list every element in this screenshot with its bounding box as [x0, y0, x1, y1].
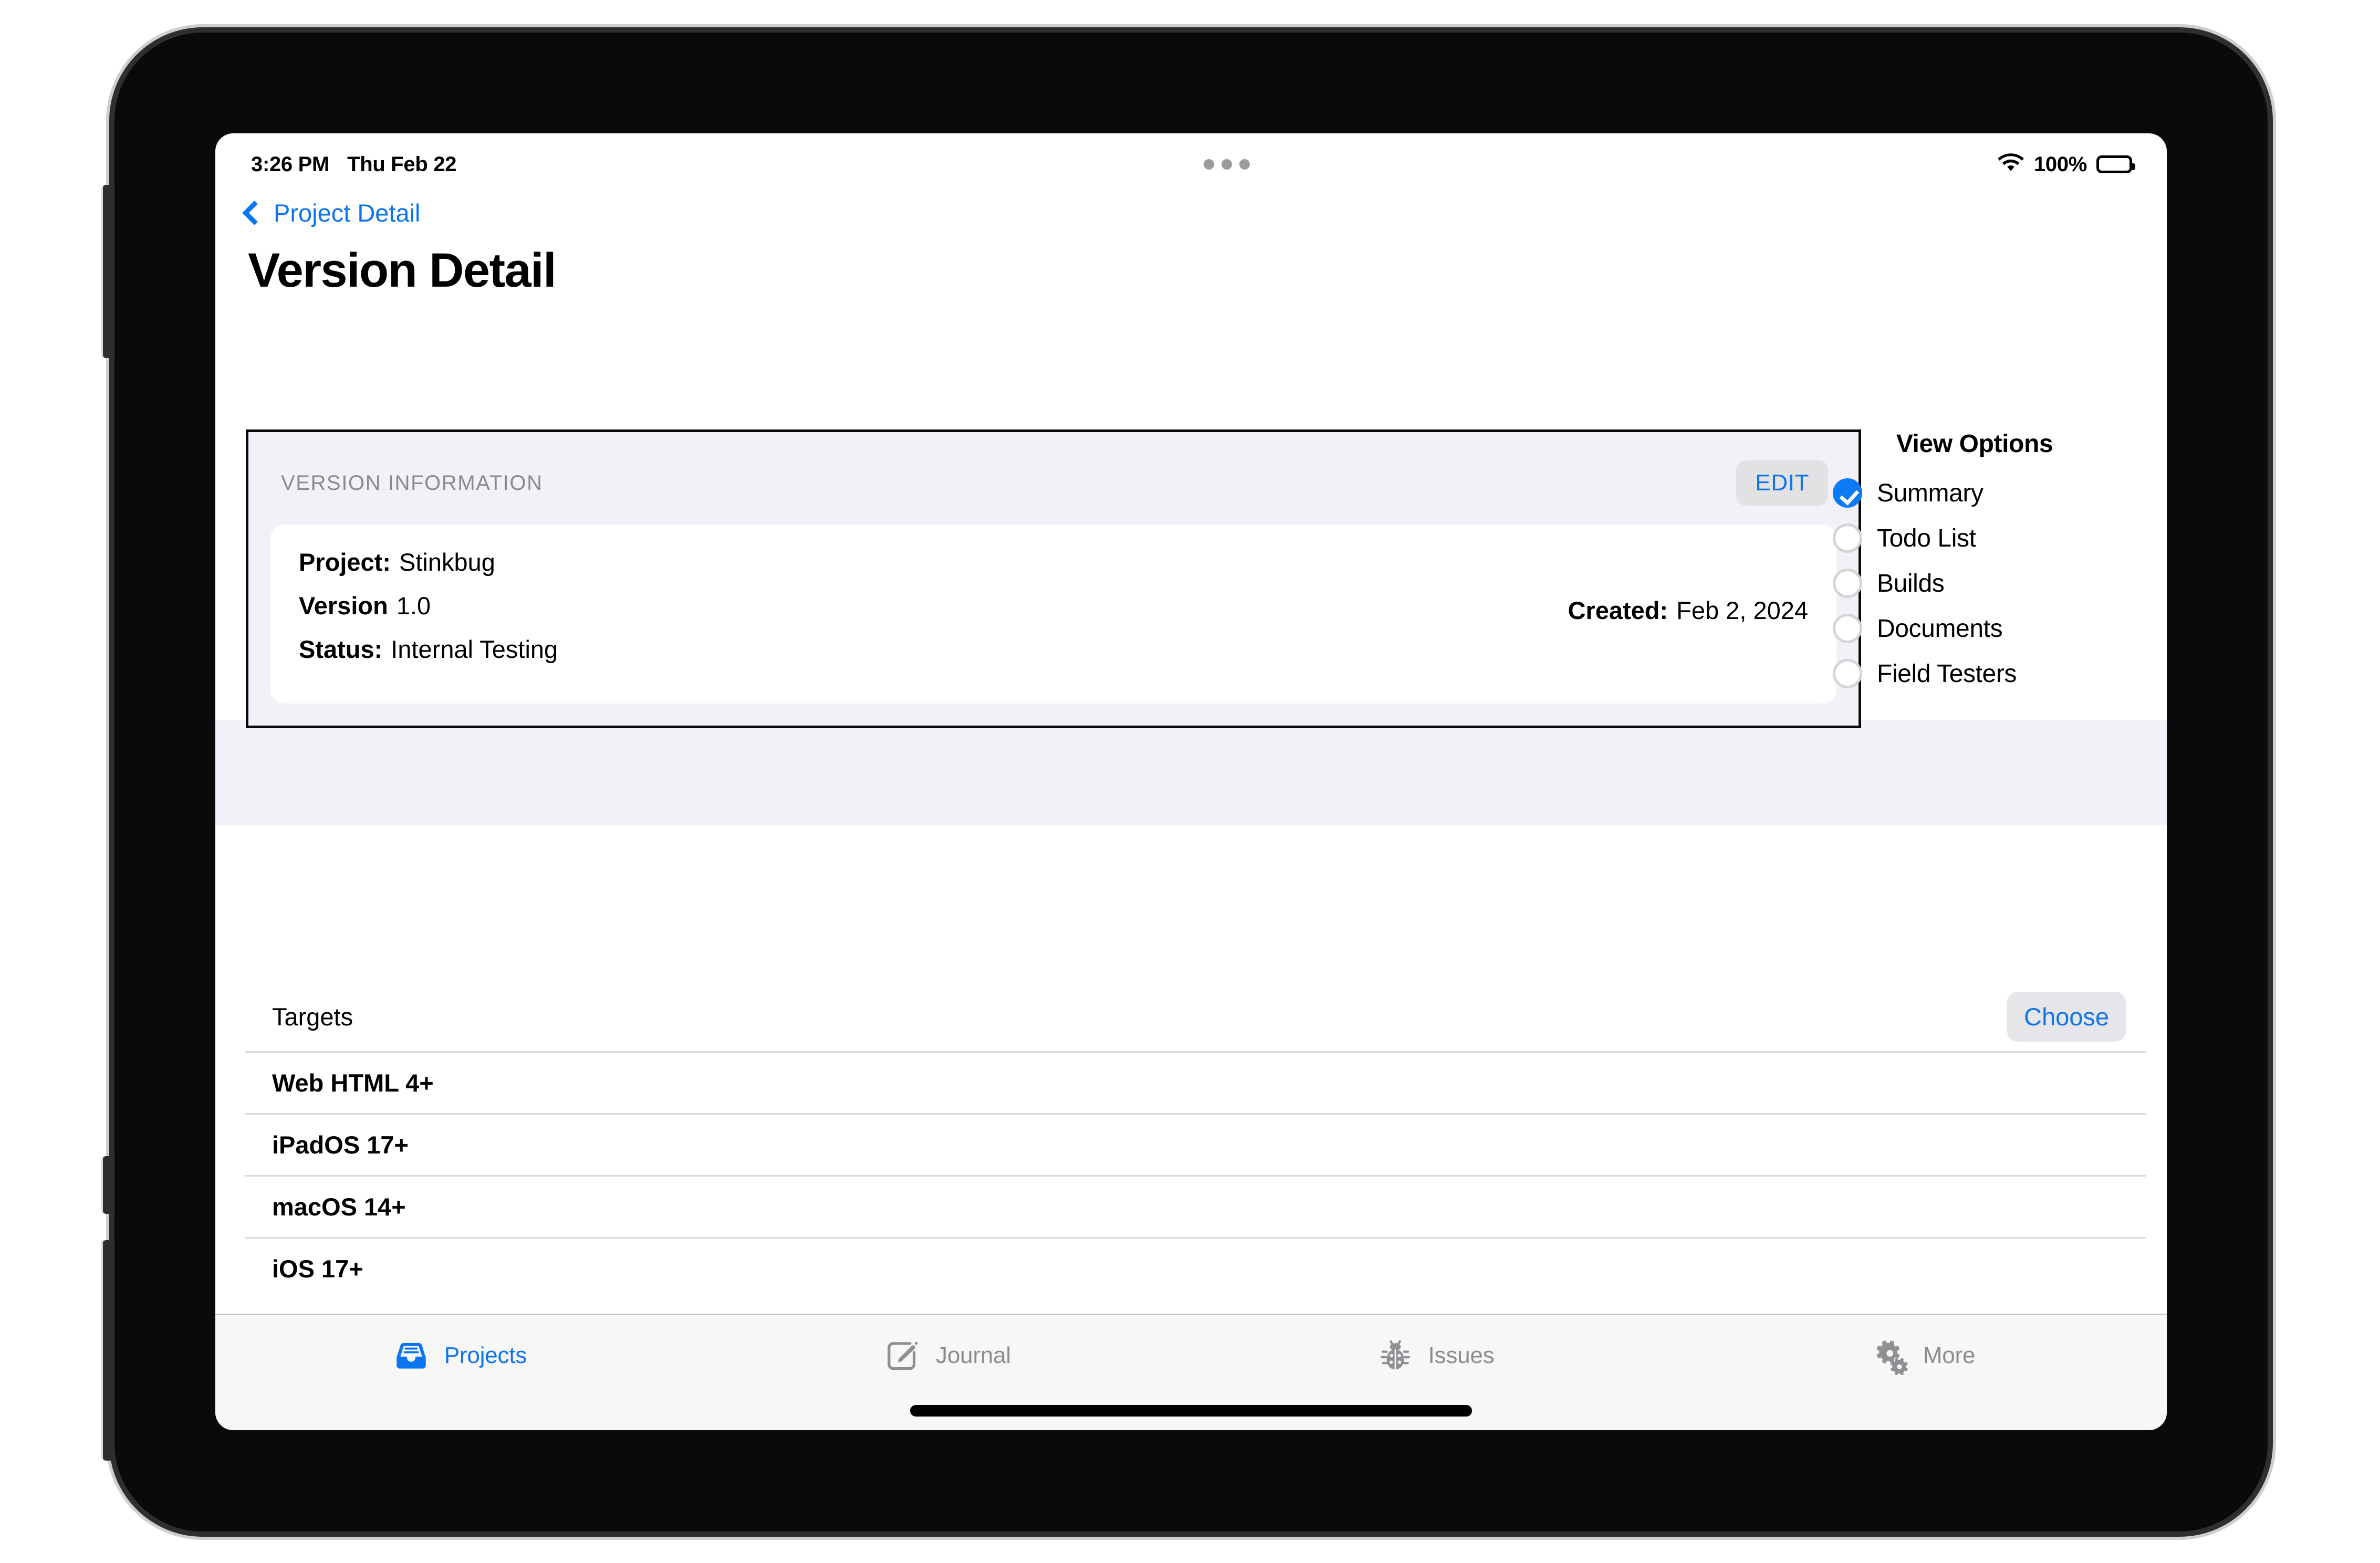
ipad-device-frame: 3:26 PM Thu Feb 22 100% Project Detail V… — [103, 33, 2268, 1531]
tab-label: More — [1923, 1342, 1976, 1368]
volume-down-button[interactable] — [103, 1240, 114, 1461]
ipad-screen: 3:26 PM Thu Feb 22 100% Project Detail V… — [215, 133, 2167, 1430]
table-row[interactable]: iPadOS 17+ — [245, 1113, 2146, 1175]
project-row: Project: Stinkbug — [299, 548, 1808, 576]
targets-header: Targets Choose — [245, 982, 2146, 1051]
status-bar: 3:26 PM Thu Feb 22 100% — [215, 133, 2167, 195]
tab-bar: Projects Journal Issues More — [215, 1314, 2167, 1430]
tab-label: Projects — [444, 1342, 527, 1368]
three-dots-icon-dot — [1204, 159, 1215, 170]
multitasking-handle[interactable] — [456, 159, 1997, 170]
tab-label: Issues — [1428, 1342, 1495, 1368]
power-button[interactable] — [103, 185, 114, 358]
radio-unchecked-icon — [1833, 659, 1862, 688]
three-dots-icon-dot — [1222, 159, 1233, 170]
edit-button[interactable]: EDIT — [1736, 460, 1828, 506]
version-information-label: VERSION INFORMATION — [281, 471, 543, 495]
project-value: Stinkbug — [399, 548, 495, 576]
view-option-label: Todo List — [1877, 524, 1976, 552]
version-card-header: VERSION INFORMATION EDIT — [248, 432, 1859, 525]
tab-label: Journal — [936, 1342, 1011, 1368]
tab-more[interactable]: More — [1679, 1336, 2167, 1375]
view-option-documents[interactable]: Documents — [1833, 614, 2116, 643]
view-option-todo-list[interactable]: Todo List — [1833, 523, 2116, 553]
radio-unchecked-icon — [1833, 614, 1862, 643]
version-information-card: VERSION INFORMATION EDIT Project: Stinkb… — [246, 429, 1861, 728]
targets-section: Targets Choose Web HTML 4+ iPadOS 17+ ma… — [245, 982, 2146, 1299]
view-option-label: Field Testers — [1877, 659, 2017, 688]
view-options-title: View Options — [1896, 430, 2053, 458]
status-value: Internal Testing — [391, 635, 558, 663]
version-card-body: Project: Stinkbug Version 1.0 Status: In… — [270, 525, 1836, 704]
gears-icon — [1871, 1336, 1909, 1375]
targets-title: Targets — [272, 1002, 353, 1031]
tab-issues[interactable]: Issues — [1191, 1336, 1679, 1375]
created-row: Created: Feb 2, 2024 — [1568, 596, 1808, 625]
created-label: Created: — [1568, 596, 1668, 624]
status-time: 3:26 PM — [251, 152, 330, 176]
chevron-left-icon — [242, 201, 267, 225]
view-option-label: Builds — [1877, 569, 1945, 597]
tray-icon — [392, 1336, 431, 1375]
main-content: Project Detail Version Detail VERSION IN… — [215, 195, 2167, 1314]
radio-unchecked-icon — [1833, 523, 1862, 553]
radio-checked-icon — [1833, 478, 1862, 508]
view-option-label: Summary — [1877, 479, 1984, 507]
view-option-field-testers[interactable]: Field Testers — [1833, 659, 2116, 688]
version-label: Version — [299, 592, 388, 620]
table-row[interactable]: macOS 14+ — [245, 1175, 2146, 1237]
radio-unchecked-icon — [1833, 569, 1862, 598]
view-option-label: Documents — [1877, 614, 2003, 643]
ladybug-icon — [1376, 1336, 1415, 1375]
status-bar-left: 3:26 PM Thu Feb 22 — [251, 152, 457, 176]
wifi-icon — [1997, 153, 2024, 176]
tab-journal[interactable]: Journal — [703, 1336, 1191, 1375]
version-value: 1.0 — [396, 592, 431, 620]
page-title: Version Detail — [248, 244, 557, 297]
status-bar-right: 100% — [1997, 152, 2135, 176]
targets-choose-button[interactable]: Choose — [2007, 991, 2126, 1042]
home-indicator[interactable] — [910, 1405, 1472, 1417]
view-options-panel: View Options Summary Todo List Builds Do… — [1833, 429, 2116, 704]
created-value: Feb 2, 2024 — [1676, 596, 1808, 624]
square-and-pencil-icon — [883, 1336, 922, 1375]
tab-projects[interactable]: Projects — [215, 1336, 703, 1375]
project-label: Project: — [299, 548, 391, 576]
back-button-label: Project Detail — [274, 199, 421, 227]
battery-percent: 100% — [2033, 152, 2087, 176]
table-row[interactable]: Web HTML 4+ — [245, 1051, 2146, 1113]
section-gap-background — [215, 720, 2167, 825]
view-option-summary[interactable]: Summary — [1833, 478, 2116, 508]
table-row[interactable]: iOS 17+ — [245, 1237, 2146, 1299]
status-label: Status: — [299, 635, 383, 663]
volume-up-button[interactable] — [103, 1156, 114, 1214]
battery-full-icon — [2096, 155, 2135, 173]
status-row: Status: Internal Testing — [299, 635, 1808, 664]
status-date: Thu Feb 22 — [347, 152, 457, 176]
view-option-builds[interactable]: Builds — [1833, 569, 2116, 598]
three-dots-icon-dot — [1239, 159, 1250, 170]
back-button[interactable]: Project Detail — [242, 198, 456, 227]
